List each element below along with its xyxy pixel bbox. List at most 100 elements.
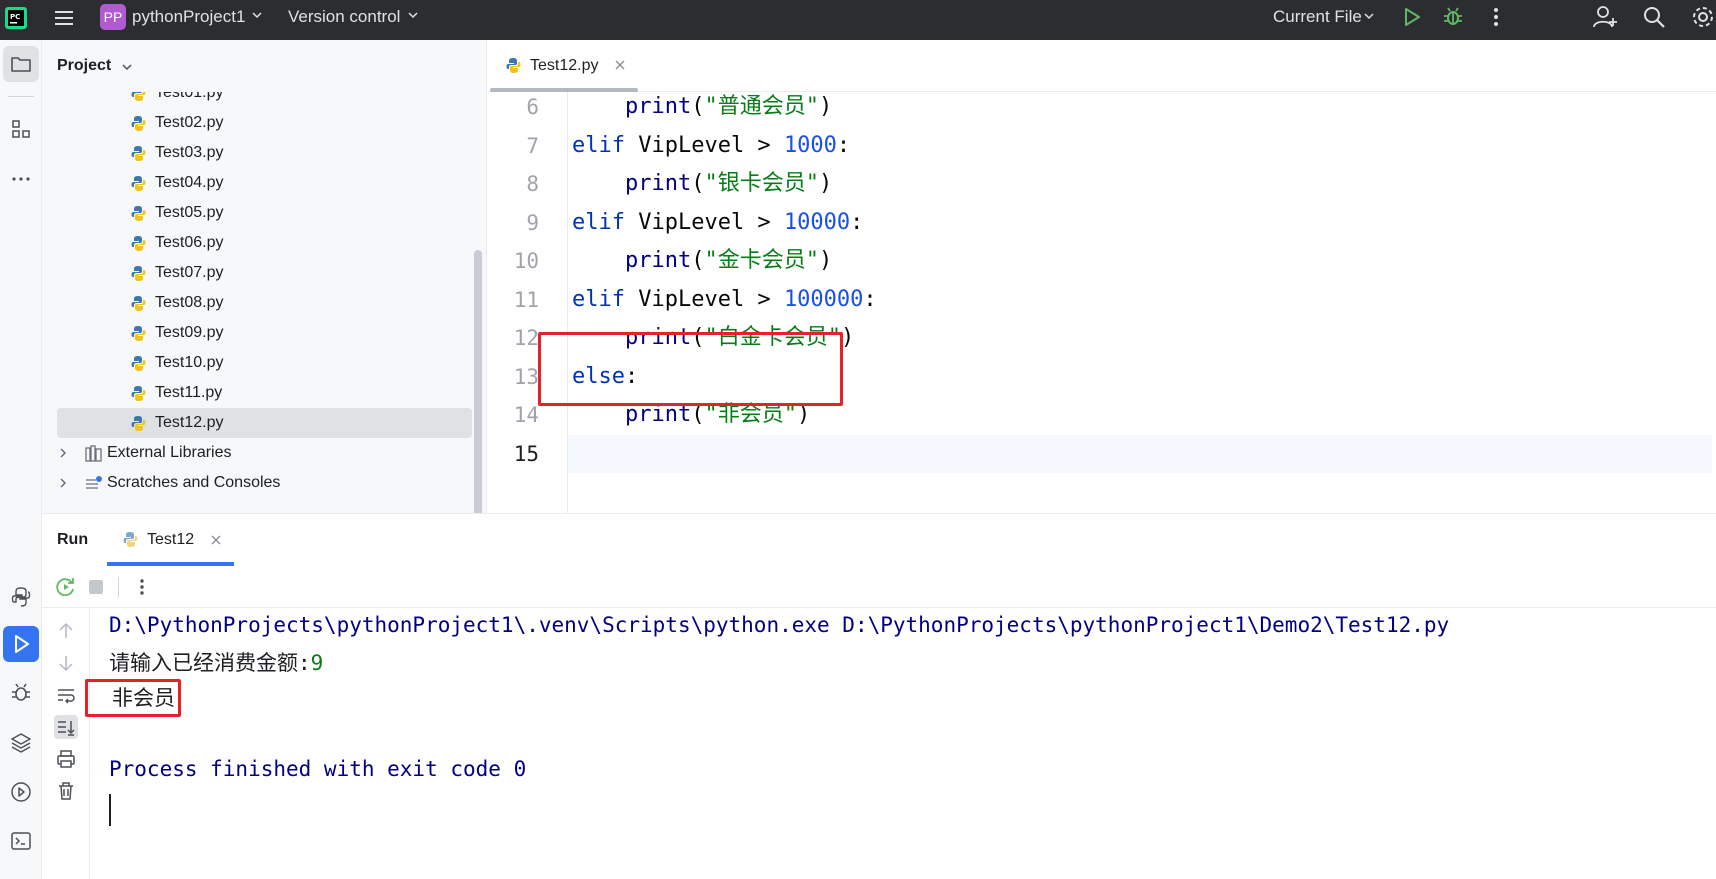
tab-test12[interactable]: Test12.py [488, 40, 640, 92]
code-function: print [624, 94, 692, 119]
project-badge[interactable]: PP [100, 4, 126, 30]
python-console-tool-button[interactable] [3, 579, 39, 615]
trash-icon[interactable] [54, 779, 78, 803]
code-editor[interactable]: 6 7 8 9 10 11 12 13 14 15 print("普通会员") elif VipLe… [488, 92, 1716, 513]
structure-tool-button[interactable] [3, 111, 39, 147]
terminal-tool-button[interactable] [3, 823, 39, 859]
code-text: VipLevel > [624, 286, 784, 312]
tree-item-file[interactable]: Test11.py [42, 378, 472, 408]
tree-item-label: Scratches and Consoles [107, 474, 281, 491]
close-icon[interactable] [210, 534, 222, 546]
python-file-icon [131, 356, 146, 371]
python-file-icon [131, 386, 146, 401]
line-number: 10 [513, 249, 539, 273]
tree-item-label: Test07.py [155, 264, 224, 281]
version-control-menu[interactable]: Version control [288, 7, 400, 27]
folder-icon [11, 57, 31, 72]
project-tool-button[interactable] [3, 46, 39, 82]
code-line: elif VipLevel > 1000: [572, 127, 1712, 165]
console-prompt-line: 请输入已经消费金额:9 [109, 649, 323, 677]
services-tool-button[interactable] [3, 774, 39, 810]
code-line: print("银卡会员") [572, 165, 1712, 203]
code-number: 100000 [783, 286, 864, 312]
tree-item-label: Test01.py [155, 92, 224, 101]
tree-item-file[interactable]: Test04.py [42, 168, 472, 198]
run-configuration-selector[interactable]: Current File [1273, 7, 1362, 27]
run-icon[interactable] [1400, 5, 1424, 29]
run-tool-button[interactable] [3, 626, 39, 662]
code-punct: ) [818, 248, 833, 273]
chevron-down-icon[interactable] [250, 8, 264, 22]
print-icon[interactable] [54, 747, 78, 771]
search-icon[interactable] [1641, 4, 1667, 30]
code-keyword: elif [572, 209, 625, 235]
debug-tool-button[interactable] [3, 675, 39, 711]
tree-item-file[interactable]: Test12.py [57, 408, 472, 438]
more-vertical-icon[interactable] [1486, 5, 1506, 29]
tree-item-file[interactable]: Test08.py [42, 288, 472, 318]
close-icon[interactable] [614, 59, 626, 71]
tree-item-file[interactable]: Test09.py [42, 318, 472, 348]
project-selector[interactable]: pythonProject1 [132, 7, 245, 27]
run-panel: Run Test12 D:\PythonProjects\pythonProje… [42, 513, 1716, 879]
arrow-down-icon[interactable] [54, 651, 78, 675]
main-menu-icon[interactable] [52, 6, 76, 30]
scratches-icon [86, 476, 102, 489]
rerun-icon[interactable] [54, 575, 78, 599]
python-file-icon [131, 176, 146, 191]
scroll-to-end-icon[interactable] [54, 715, 78, 739]
chevron-right-icon[interactable] [56, 476, 70, 490]
python-file-icon [131, 416, 146, 431]
project-panel: Project Test01.py Test02.py Test03.py Test0… [42, 40, 487, 513]
run-tab-test12[interactable]: Test12 [107, 514, 234, 566]
tree-item-file[interactable]: Test05.py [42, 198, 472, 228]
stop-icon[interactable] [84, 575, 108, 599]
code-line: print("金卡会员") [572, 242, 1712, 280]
line-number-gutter: 6 7 8 9 10 11 12 13 14 15 [488, 92, 568, 513]
more-tools-button[interactable] [3, 161, 39, 197]
chevron-down-icon[interactable] [406, 8, 420, 22]
tree-item-file[interactable]: Test10.py [42, 348, 472, 378]
layers-tool-button[interactable] [3, 725, 39, 761]
tree-item-file[interactable]: Test02.py [42, 108, 472, 138]
code-area[interactable]: print("普通会员") elif VipLevel > 1000: print… [568, 92, 1712, 513]
console-prompt: 请输入已经消费金额: [109, 651, 311, 675]
console-output[interactable]: D:\PythonProjects\pythonProject1\.venv\S… [85, 608, 1709, 879]
svg-text:PC: PC [10, 13, 20, 21]
line-number: 14 [513, 403, 539, 427]
code-keyword: elif [572, 132, 625, 158]
tree-item-label: Test02.py [155, 114, 224, 131]
gear-icon[interactable] [1690, 4, 1716, 30]
tree-item-label: Test06.py [155, 234, 224, 251]
project-panel-title[interactable]: Project [57, 57, 111, 75]
chevron-down-icon[interactable] [120, 60, 134, 74]
tree-item-file[interactable]: Test03.py [42, 138, 472, 168]
code-punct: ( [691, 248, 705, 273]
python-file-icon [131, 266, 146, 281]
chevron-right-icon[interactable] [56, 446, 70, 460]
tree-item-label: Test04.py [155, 174, 224, 191]
code-punct: ( [691, 94, 705, 119]
code-string: "普通会员" [704, 94, 819, 119]
left-tool-strip [0, 40, 42, 879]
vertical-scrollbar[interactable] [474, 250, 482, 513]
code-punct: : [863, 286, 877, 312]
library-icon [85, 445, 102, 462]
tree-item-file[interactable]: Test07.py [42, 258, 472, 288]
console-side-toolbar [42, 608, 90, 879]
arrow-up-icon[interactable] [54, 619, 78, 643]
tree-item-scratches[interactable]: Scratches and Consoles [42, 468, 472, 498]
tree-item-file[interactable]: Test01.py [42, 92, 472, 108]
tree-item-file[interactable]: Test06.py [42, 228, 472, 258]
chevron-down-icon[interactable] [1362, 9, 1376, 23]
soft-wrap-icon[interactable] [54, 683, 78, 707]
code-text: VipLevel > [624, 209, 784, 235]
python-file-icon [131, 326, 146, 341]
add-user-icon[interactable] [1592, 4, 1618, 30]
more-vertical-icon[interactable] [130, 575, 154, 599]
debug-icon[interactable] [1441, 5, 1465, 29]
tree-item-external-libraries[interactable]: External Libraries [42, 438, 472, 468]
current-line[interactable] [568, 434, 1712, 473]
